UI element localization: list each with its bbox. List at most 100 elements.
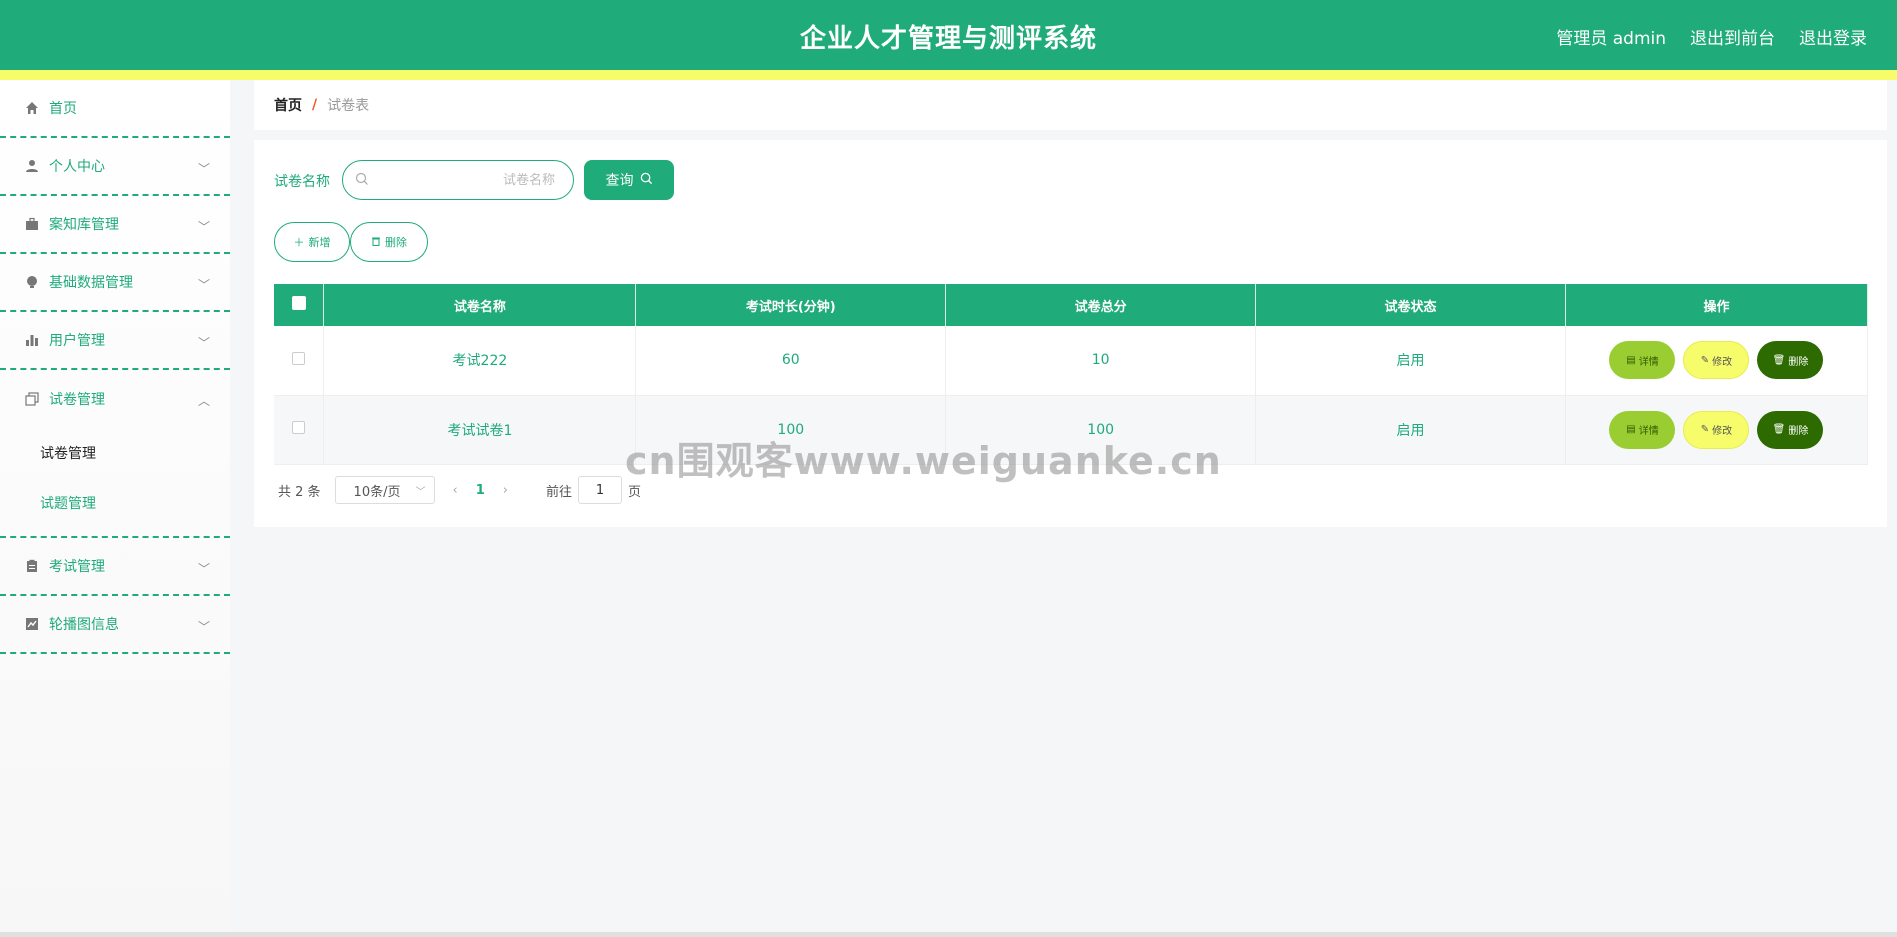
pencil-icon: ✎ xyxy=(1700,354,1710,366)
logout-link[interactable]: 退出登录 xyxy=(1799,24,1867,49)
copy-icon xyxy=(24,391,40,407)
chevron-down-icon: ﹀ xyxy=(197,162,210,176)
search-button[interactable]: 查询 xyxy=(584,160,674,200)
chevron-down-icon: ﹀ xyxy=(197,562,210,576)
line-chart-icon xyxy=(24,616,40,632)
sidebar-item-user-management[interactable]: 用户管理 ﹀ xyxy=(0,312,230,370)
header-user-area: 管理员 admin 退出到前台 退出登录 xyxy=(1556,24,1867,49)
edit-button[interactable]: ✎ 修改 xyxy=(1683,341,1750,380)
goto-page-input[interactable] xyxy=(578,476,623,504)
chevron-down-icon: ﹀ xyxy=(197,336,210,350)
edit-label: 修改 xyxy=(1712,356,1733,368)
document-icon: ▤ xyxy=(1626,424,1636,435)
row-checkbox[interactable] xyxy=(292,421,306,434)
delete-button[interactable]: 🗑 删除 xyxy=(1757,341,1824,380)
bulb-icon xyxy=(24,274,40,290)
column-header-score: 试卷总分 xyxy=(945,284,1257,326)
cell-duration: 60 xyxy=(635,326,947,396)
header-accent-stripe xyxy=(0,70,1897,80)
page-size-value: 10条/页 xyxy=(353,484,401,500)
row-checkbox[interactable] xyxy=(292,351,306,365)
detail-button[interactable]: ▤ 详情 xyxy=(1609,410,1676,449)
cell-status: 启用 xyxy=(1255,326,1566,396)
chevron-down-icon: ﹀ xyxy=(197,620,210,634)
sidebar-item-label: 轮播图信息 xyxy=(49,617,119,633)
chevron-down-icon: ﹀ xyxy=(197,278,210,292)
sidebar-item-personal-center[interactable]: 个人中心 ﹀ xyxy=(0,138,230,196)
add-button-label: 新增 xyxy=(308,236,331,249)
exam-paper-submenu: 试卷管理 试题管理 xyxy=(0,428,230,538)
cell-actions: ▤ 详情 ✎ 修改 🗑 删除 xyxy=(1565,326,1869,396)
column-header-name: 试卷名称 xyxy=(323,284,637,326)
pagination-total: 共 2 条 xyxy=(278,484,321,500)
breadcrumb-separator: / xyxy=(312,97,318,113)
main-content-panel: 试卷名称 查询 ＋ 新增 删除 试卷名称 考试时长(分钟) 试卷总分 试卷状态 xyxy=(254,140,1887,527)
sidebar: 首页 个人中心 ﹀ 案知库管理 ﹀ 基础数据管理 ﹀ 用户管理 ﹀ 试卷管理 ︿ xyxy=(0,80,230,937)
user-icon xyxy=(24,158,40,174)
cell-score: 10 xyxy=(945,326,1257,396)
chevron-down-icon: ﹀ xyxy=(415,486,426,498)
sidebar-item-label: 个人中心 xyxy=(49,159,105,175)
pencil-icon: ✎ xyxy=(1700,424,1710,435)
detail-label: 详情 xyxy=(1638,426,1659,437)
sidebar-item-label: 基础数据管理 xyxy=(49,275,133,291)
exam-paper-table: 试卷名称 考试时长(分钟) 试卷总分 试卷状态 操作 考试222 60 10 启… xyxy=(274,284,1869,465)
trash-icon xyxy=(371,236,381,249)
page-number[interactable]: 1 xyxy=(476,483,485,498)
document-icon: ▤ xyxy=(1626,354,1636,366)
goto-suffix: 页 xyxy=(628,484,642,500)
sidebar-item-label: 首页 xyxy=(49,101,77,117)
sidebar-item-carousel[interactable]: 轮播图信息 ﹀ xyxy=(0,596,230,654)
edit-label: 修改 xyxy=(1712,426,1733,437)
cell-duration: 100 xyxy=(635,395,947,465)
select-all-cell xyxy=(274,284,325,326)
table-row: 考试试卷1 100 100 启用 ▤ 详情 ✎ 修改 🗑 删除 xyxy=(274,395,1869,465)
submenu-item-questions[interactable]: 试题管理 xyxy=(0,478,230,528)
bar-chart-icon xyxy=(24,332,40,348)
select-all-checkbox[interactable] xyxy=(291,296,306,310)
search-button-label: 查询 xyxy=(605,173,634,189)
cell-score: 100 xyxy=(945,395,1257,465)
delete-label: 删除 xyxy=(1788,356,1809,368)
trash-icon: 🗑 xyxy=(1772,354,1786,366)
admin-user-label: 管理员 admin xyxy=(1556,29,1666,49)
detail-button[interactable]: ▤ 详情 xyxy=(1609,341,1676,380)
breadcrumb-home[interactable]: 首页 xyxy=(274,95,302,115)
column-header-status: 试卷状态 xyxy=(1255,284,1566,326)
sidebar-item-home[interactable]: 首页 xyxy=(0,80,230,138)
goto-page: 前往 页 xyxy=(546,476,641,504)
briefcase-icon xyxy=(24,216,40,232)
column-header-duration: 考试时长(分钟) xyxy=(635,284,947,326)
top-header: 企业人才管理与测评系统 管理员 admin 退出到前台 退出登录 xyxy=(0,0,1897,70)
search-icon xyxy=(640,172,653,189)
bottom-scrollbar[interactable] xyxy=(0,932,1897,937)
search-input[interactable] xyxy=(369,172,555,188)
edit-button[interactable]: ✎ 修改 xyxy=(1683,410,1750,449)
sidebar-item-label: 用户管理 xyxy=(49,333,105,349)
row-checkbox-cell xyxy=(274,326,325,396)
submenu-item-exam-paper[interactable]: 试卷管理 xyxy=(0,428,230,478)
cell-name: 考试222 xyxy=(323,326,637,396)
batch-delete-button[interactable]: 删除 xyxy=(350,222,428,262)
trash-icon: 🗑 xyxy=(1772,424,1786,435)
row-checkbox-cell xyxy=(274,395,325,465)
search-input-wrapper[interactable] xyxy=(342,160,574,200)
table-header-row: 试卷名称 考试时长(分钟) 试卷总分 试卷状态 操作 xyxy=(274,284,1869,326)
column-header-actions: 操作 xyxy=(1565,284,1869,326)
breadcrumb-current: 试卷表 xyxy=(327,98,370,114)
plus-icon: ＋ xyxy=(293,236,305,249)
add-button[interactable]: ＋ 新增 xyxy=(274,222,350,262)
pagination: 共 2 条 10条/页 ﹀ ‹ 1 › 前往 页 xyxy=(278,476,641,504)
sidebar-item-case-library[interactable]: 案知库管理 ﹀ xyxy=(0,196,230,254)
goto-prefix: 前往 xyxy=(546,484,573,500)
exit-to-front-link[interactable]: 退出到前台 xyxy=(1690,24,1775,49)
home-icon xyxy=(24,100,40,116)
next-page-button[interactable]: › xyxy=(503,483,508,498)
delete-button[interactable]: 🗑 删除 xyxy=(1757,410,1824,449)
page-size-select[interactable]: 10条/页 ﹀ xyxy=(334,476,435,504)
sidebar-item-base-data[interactable]: 基础数据管理 ﹀ xyxy=(0,254,230,312)
prev-page-button[interactable]: ‹ xyxy=(453,483,458,498)
sidebar-item-exam-management[interactable]: 考试管理 ﹀ xyxy=(0,538,230,596)
sidebar-item-exam-paper-management[interactable]: 试卷管理 ︿ xyxy=(0,370,230,428)
search-label: 试卷名称 xyxy=(274,174,330,190)
